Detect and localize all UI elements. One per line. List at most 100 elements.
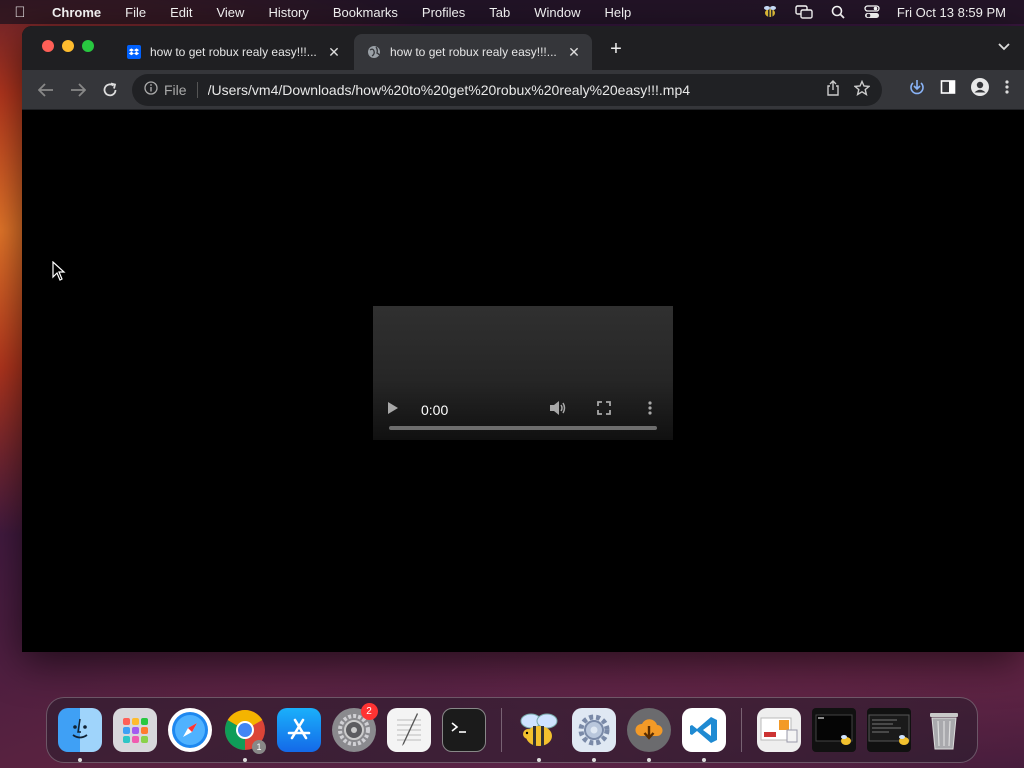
new-tab-plus-icon[interactable]: + bbox=[606, 38, 626, 61]
dock-launchpad[interactable] bbox=[108, 703, 163, 758]
more-options-icon[interactable] bbox=[641, 400, 659, 421]
forward-arrow-icon[interactable] bbox=[62, 74, 94, 106]
menu-file[interactable]: File bbox=[113, 5, 158, 20]
dock-downloader-app[interactable] bbox=[622, 703, 677, 762]
menu-edit[interactable]: Edit bbox=[158, 5, 204, 20]
share-icon[interactable] bbox=[826, 80, 840, 99]
control-center-icon[interactable] bbox=[863, 5, 881, 19]
dock-separator bbox=[501, 708, 502, 752]
tab-search-chevron-icon[interactable] bbox=[998, 40, 1010, 54]
menu-help[interactable]: Help bbox=[593, 5, 644, 20]
dock-textedit[interactable] bbox=[382, 703, 437, 758]
textedit-icon bbox=[386, 708, 431, 752]
video-time: 0:00 bbox=[421, 402, 449, 418]
minimize-window-button[interactable] bbox=[62, 40, 74, 52]
gear-icon bbox=[572, 708, 617, 752]
trash-icon bbox=[922, 708, 966, 752]
menu-tab[interactable]: Tab bbox=[477, 5, 522, 20]
video-controls: 0:00 bbox=[373, 398, 673, 422]
reload-icon[interactable] bbox=[94, 74, 126, 106]
tab-dropbox-video[interactable]: how to get robux realy easy!!!... ✕ bbox=[114, 34, 352, 70]
settings-notification-badge: 2 bbox=[360, 702, 378, 720]
app-store-icon bbox=[277, 708, 322, 752]
chrome-download-badge: 1 bbox=[252, 739, 266, 754]
running-indicator bbox=[701, 757, 706, 762]
finder-icon bbox=[58, 708, 103, 752]
safari-compass-icon bbox=[167, 708, 212, 752]
minimized-window-icon bbox=[812, 708, 857, 752]
side-panel-icon[interactable] bbox=[940, 79, 956, 100]
mouse-pointer-icon bbox=[52, 260, 66, 286]
screen-mirroring-icon[interactable] bbox=[795, 5, 813, 19]
running-indicator bbox=[242, 757, 247, 762]
bookmark-star-icon[interactable] bbox=[853, 79, 871, 99]
dock-separator bbox=[741, 708, 742, 752]
dock-system-settings[interactable]: 2 bbox=[327, 702, 382, 758]
back-arrow-icon[interactable] bbox=[30, 74, 62, 106]
cloud-download-icon bbox=[626, 708, 671, 752]
dock-downloads-stack[interactable] bbox=[752, 703, 807, 758]
minimized-window-icon bbox=[866, 708, 911, 752]
omnibox-actions bbox=[826, 79, 871, 99]
window-controls bbox=[42, 40, 94, 52]
running-indicator bbox=[646, 757, 651, 762]
volume-icon[interactable] bbox=[549, 400, 567, 421]
info-circle-icon[interactable] bbox=[144, 81, 158, 98]
video-player[interactable]: 0:00 bbox=[373, 306, 673, 440]
profile-avatar-icon[interactable] bbox=[970, 77, 990, 102]
toolbar-right-icons bbox=[908, 77, 1016, 102]
dock: 1 2 bbox=[46, 697, 978, 763]
apple-menu-icon[interactable]:  bbox=[0, 4, 40, 21]
dropbox-icon bbox=[126, 44, 142, 60]
menubar-status-area: Fri Oct 13 8:59 PM bbox=[761, 5, 1024, 20]
dock-trash[interactable] bbox=[916, 703, 971, 758]
dock-vscode[interactable] bbox=[676, 703, 731, 762]
running-indicator bbox=[537, 757, 542, 762]
browser-toolbar: File /Users/vm4/Downloads/how%20to%20get… bbox=[22, 70, 1024, 110]
menu-window[interactable]: Window bbox=[522, 5, 592, 20]
tab-local-video-active[interactable]: how to get robux realy easy!!!... ✕ bbox=[354, 34, 592, 70]
menu-profiles[interactable]: Profiles bbox=[410, 5, 477, 20]
launchpad-grid-icon bbox=[113, 708, 158, 752]
bee-status-icon[interactable] bbox=[761, 5, 779, 19]
dock-app-store[interactable] bbox=[272, 703, 327, 758]
tab-title: how to get robux realy easy!!!... bbox=[150, 45, 317, 59]
globe-icon bbox=[366, 44, 382, 60]
dock-preferences-app[interactable] bbox=[567, 703, 622, 762]
tab-close-icon[interactable]: ✕ bbox=[566, 44, 582, 61]
spotlight-search-icon[interactable] bbox=[829, 5, 847, 19]
dock-window-thumbnail-2[interactable] bbox=[862, 703, 917, 758]
menu-bookmarks[interactable]: Bookmarks bbox=[321, 5, 410, 20]
url-text[interactable]: /Users/vm4/Downloads/how%20to%20get%20ro… bbox=[208, 82, 826, 98]
running-indicator bbox=[592, 757, 597, 762]
menu-history[interactable]: History bbox=[256, 5, 320, 20]
menubar-clock[interactable]: Fri Oct 13 8:59 PM bbox=[897, 5, 1006, 20]
zoom-window-button[interactable] bbox=[82, 40, 94, 52]
chrome-window: how to get robux realy easy!!!... ✕ how … bbox=[22, 26, 1024, 652]
running-indicator bbox=[78, 757, 83, 762]
menu-app-name[interactable]: Chrome bbox=[40, 5, 113, 20]
dock-finder[interactable] bbox=[53, 703, 108, 762]
downloads-stack-icon bbox=[757, 708, 802, 752]
page-content: 0:00 bbox=[22, 110, 1024, 652]
download-icon[interactable] bbox=[908, 78, 926, 101]
dock-chrome[interactable]: 1 bbox=[217, 703, 272, 762]
dock-safari[interactable] bbox=[163, 703, 218, 758]
dock-bee-app[interactable] bbox=[512, 703, 567, 762]
menu-view[interactable]: View bbox=[204, 5, 256, 20]
close-window-button[interactable] bbox=[42, 40, 54, 52]
video-progress-bar[interactable] bbox=[389, 426, 657, 430]
dock-terminal[interactable] bbox=[436, 703, 491, 758]
terminal-icon bbox=[441, 708, 486, 752]
play-icon[interactable] bbox=[387, 401, 407, 420]
url-scheme-label: File bbox=[164, 81, 198, 98]
fullscreen-icon[interactable] bbox=[595, 400, 613, 420]
vscode-icon bbox=[681, 708, 726, 752]
dock-window-thumbnail-1[interactable] bbox=[807, 703, 862, 758]
tab-strip: how to get robux realy easy!!!... ✕ how … bbox=[22, 26, 1024, 70]
more-vertical-icon[interactable] bbox=[1004, 79, 1010, 100]
tab-close-icon[interactable]: ✕ bbox=[326, 44, 342, 61]
bee-icon bbox=[517, 708, 561, 752]
tab-title: how to get robux realy easy!!!... bbox=[390, 45, 557, 59]
address-bar[interactable]: File /Users/vm4/Downloads/how%20to%20get… bbox=[132, 73, 882, 106]
